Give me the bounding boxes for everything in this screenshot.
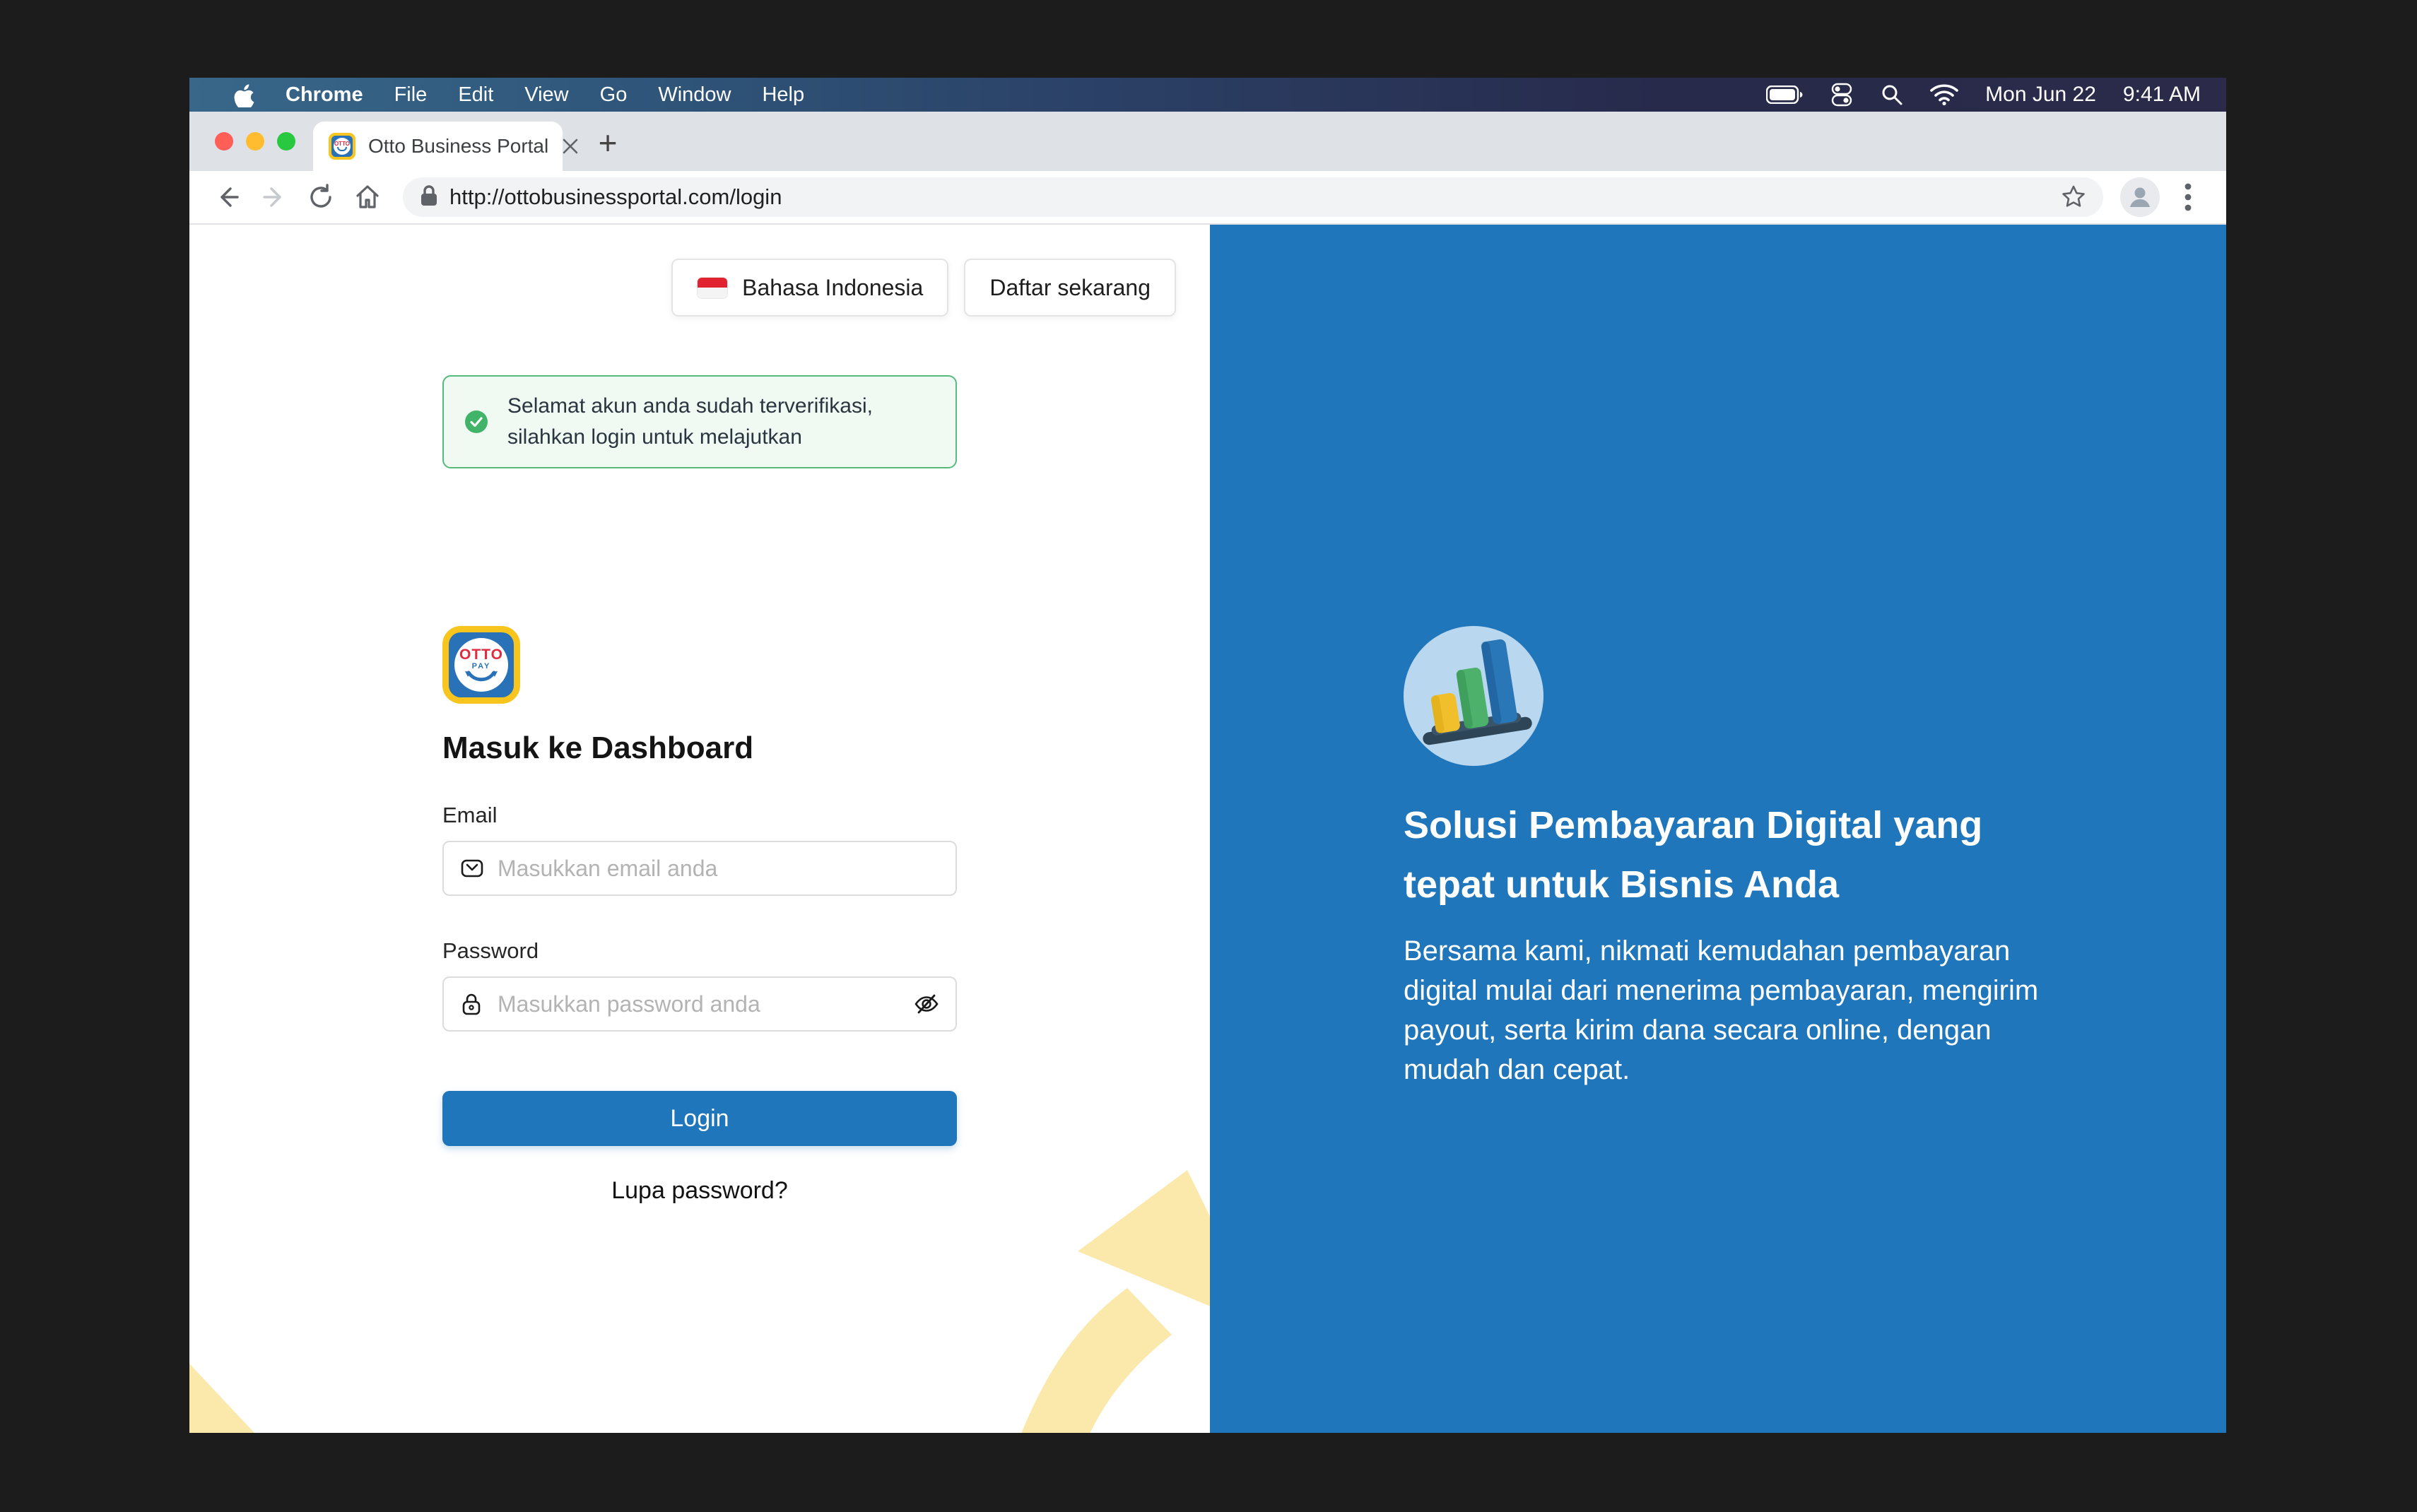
apple-menu-icon[interactable] bbox=[233, 82, 254, 107]
zoom-window-button[interactable] bbox=[277, 132, 295, 150]
spotlight-search-icon[interactable] bbox=[1881, 83, 1903, 106]
toggle-password-visibility-icon[interactable] bbox=[913, 992, 940, 1016]
tab-title: Otto Business Portal bbox=[368, 135, 548, 158]
logo-word-pay: PAY bbox=[472, 662, 491, 671]
macos-screen: Chrome File Edit View Go Window Help Mon… bbox=[189, 78, 2226, 1433]
site-security-lock-icon[interactable] bbox=[420, 184, 438, 211]
language-selector-button[interactable]: Bahasa Indonesia bbox=[671, 259, 948, 317]
login-panel: Bahasa Indonesia Daftar sekarang Selamat… bbox=[189, 225, 1210, 1433]
lock-icon bbox=[459, 991, 483, 1017]
email-input[interactable] bbox=[442, 841, 957, 896]
yellow-corner-decoration bbox=[189, 1364, 254, 1433]
browser-toolbar: http://ottobusinessportal.com/login bbox=[189, 171, 2226, 225]
menubar-item-view[interactable]: View bbox=[524, 83, 568, 107]
menubar-item-chrome[interactable]: Chrome bbox=[286, 83, 363, 107]
bookmark-star-icon[interactable] bbox=[2055, 179, 2092, 215]
url-text[interactable]: http://ottobusinessportal.com/login bbox=[449, 184, 2044, 210]
menubar-item-window[interactable]: Window bbox=[658, 83, 731, 107]
window-controls bbox=[215, 132, 295, 150]
indonesia-flag-icon bbox=[697, 277, 728, 299]
hero-body: Bersama kami, nikmati kemudahan pembayar… bbox=[1404, 931, 2054, 1089]
ottopay-favicon: OTTO bbox=[329, 133, 355, 160]
password-input[interactable] bbox=[442, 976, 957, 1032]
wifi-icon[interactable] bbox=[1930, 84, 1958, 105]
new-tab-button[interactable]: + bbox=[589, 124, 626, 161]
login-page: Bahasa Indonesia Daftar sekarang Selamat… bbox=[189, 225, 2226, 1433]
password-label: Password bbox=[442, 938, 539, 964]
macos-menubar: Chrome File Edit View Go Window Help Mon… bbox=[189, 78, 2226, 112]
logo-smile-icon bbox=[463, 671, 500, 683]
browser-tabstrip: OTTO Otto Business Portal + bbox=[189, 112, 2226, 171]
hero-title: Solusi Pembayaran Digital yang tepat unt… bbox=[1404, 796, 2075, 914]
back-button[interactable] bbox=[209, 179, 246, 215]
home-button[interactable] bbox=[349, 179, 386, 215]
yellow-arrow-decoration bbox=[982, 1152, 1210, 1433]
address-bar[interactable]: http://ottobusinessportal.com/login bbox=[403, 177, 2103, 217]
login-button[interactable]: Login bbox=[442, 1091, 957, 1146]
forward-button[interactable] bbox=[256, 179, 293, 215]
page-title: Masuk ke Dashboard bbox=[442, 731, 753, 766]
email-icon bbox=[459, 856, 485, 881]
success-alert: Selamat akun anda sudah terverifikasi, s… bbox=[442, 375, 957, 468]
tab-close-icon[interactable] bbox=[561, 137, 580, 155]
profile-avatar-icon[interactable] bbox=[2120, 177, 2160, 217]
email-label: Email bbox=[442, 803, 498, 828]
forgot-password-link[interactable]: Lupa password? bbox=[442, 1177, 957, 1205]
ottopay-logo: OTTO PAY bbox=[442, 626, 520, 704]
menubar-item-file[interactable]: File bbox=[394, 83, 428, 107]
menubar-item-edit[interactable]: Edit bbox=[458, 83, 493, 107]
register-button-label: Daftar sekarang bbox=[989, 275, 1151, 301]
menubar-clock[interactable]: 9:41 AM bbox=[2123, 83, 2201, 107]
register-button[interactable]: Daftar sekarang bbox=[964, 259, 1176, 317]
menubar-item-go[interactable]: Go bbox=[600, 83, 628, 107]
menubar-date[interactable]: Mon Jun 22 bbox=[1985, 83, 2096, 107]
reload-button[interactable] bbox=[302, 179, 339, 215]
check-circle-icon bbox=[465, 411, 488, 433]
bar-chart-illustration bbox=[1404, 626, 1543, 766]
minimize-window-button[interactable] bbox=[246, 132, 264, 150]
browser-menu-icon[interactable] bbox=[2170, 179, 2206, 215]
battery-icon[interactable] bbox=[1766, 85, 1803, 104]
hero-panel: Solusi Pembayaran Digital yang tepat unt… bbox=[1210, 225, 2226, 1433]
success-alert-text: Selamat akun anda sudah terverifikasi, s… bbox=[507, 391, 930, 453]
browser-tab[interactable]: OTTO Otto Business Portal bbox=[313, 122, 563, 171]
close-window-button[interactable] bbox=[215, 132, 233, 150]
menubar-item-help[interactable]: Help bbox=[762, 83, 804, 107]
control-center-icon[interactable] bbox=[1830, 83, 1854, 107]
language-selector-label: Bahasa Indonesia bbox=[742, 275, 923, 301]
logo-word-otto: OTTO bbox=[459, 647, 503, 662]
